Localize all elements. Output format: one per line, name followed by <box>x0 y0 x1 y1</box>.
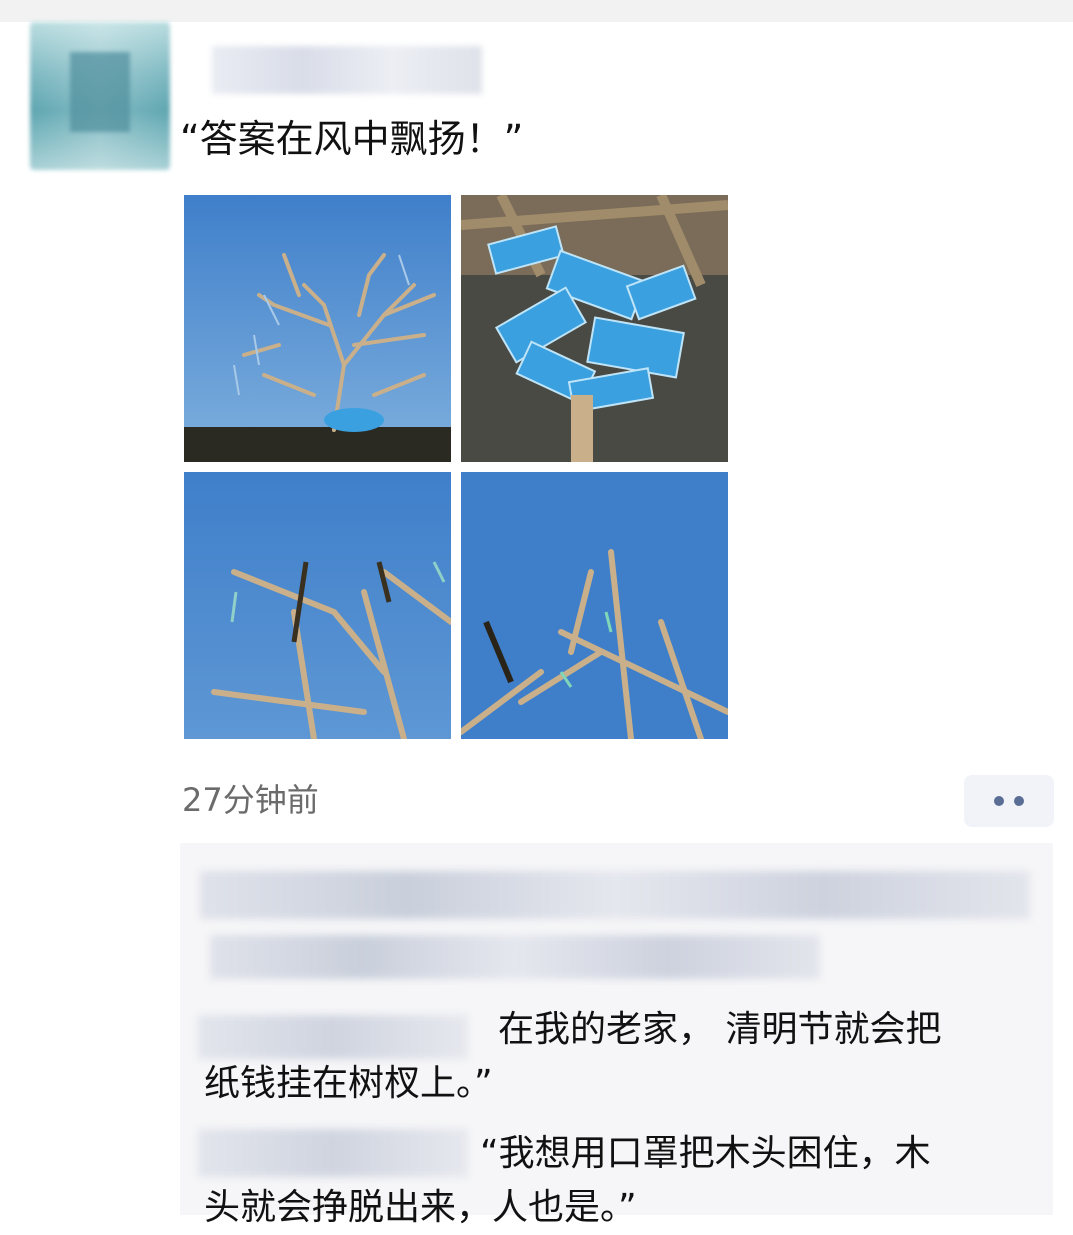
dot-icon <box>1014 796 1024 806</box>
commenter-name-blurred[interactable] <box>198 1129 468 1177</box>
blurred-comment-line <box>210 935 820 979</box>
post-text: “答案在风中飘扬！” <box>180 117 524 161</box>
comment-1-line-1: 在我的老家， 清明节就会把 <box>498 1009 942 1050</box>
photo-branches-closeup-right[interactable] <box>461 472 728 739</box>
photo-grid <box>184 195 732 743</box>
comment-2-line-2: 头就会挣脱出来，人也是。” <box>204 1187 637 1228</box>
photo-blue-masks-on-wood[interactable] <box>461 195 728 462</box>
blurred-likes-line <box>200 871 1030 919</box>
top-bar <box>0 0 1073 22</box>
more-actions-button[interactable] <box>964 775 1054 827</box>
commenter-name-blurred[interactable] <box>198 1015 468 1059</box>
photo-tree-branches-sky[interactable] <box>184 195 451 462</box>
dot-icon <box>994 796 1004 806</box>
post-timestamp: 27分钟前 <box>182 781 319 819</box>
nickname-blurred[interactable] <box>212 46 482 94</box>
comment-2-line-1: “我想用口罩把木头困住，木 <box>480 1133 931 1174</box>
photo-branches-closeup-left[interactable] <box>184 472 451 739</box>
comment-1-line-2: 纸钱挂在树杈上。” <box>204 1063 493 1104</box>
avatar[interactable] <box>30 22 170 170</box>
comment-section: 在我的老家， 清明节就会把 纸钱挂在树杈上。” “我想用口罩把木头困住，木 头就… <box>180 843 1053 1228</box>
